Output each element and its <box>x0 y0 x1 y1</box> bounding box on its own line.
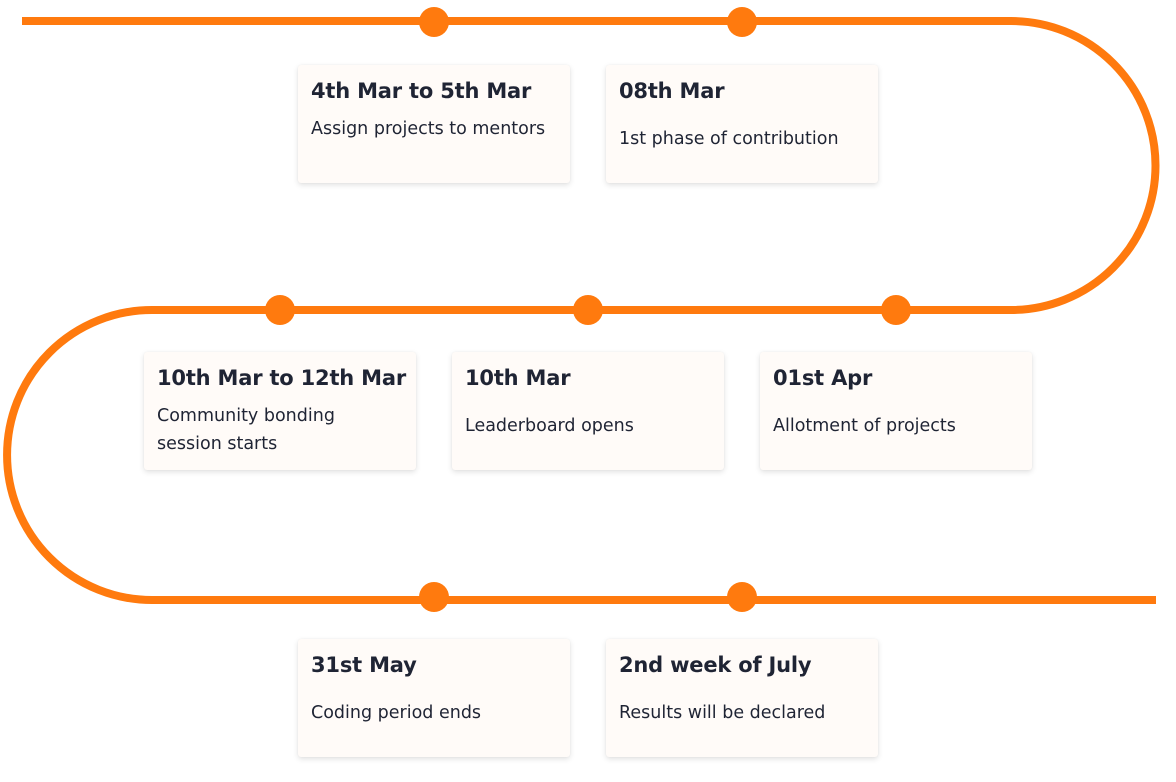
event-date: 01st Apr <box>773 366 873 390</box>
event-date: 08th Mar <box>619 79 725 103</box>
event-date: 31st May <box>311 653 417 677</box>
event-description: Assign projects to mentors <box>311 119 546 139</box>
event-description: Allotment of projects <box>773 416 956 436</box>
timeline-node <box>881 295 911 325</box>
event-description: Coding period ends <box>311 703 482 723</box>
event-description: Leaderboard opens <box>465 416 634 436</box>
event-card: 01st Apr Allotment of projects <box>760 352 1032 470</box>
event-description: Community bonding session starts <box>157 406 335 454</box>
timeline-node <box>727 582 757 612</box>
timeline-node <box>573 295 603 325</box>
event-date: 10th Mar <box>465 366 571 390</box>
timeline-node <box>265 295 295 325</box>
event-date: 2nd week of July <box>619 653 812 677</box>
event-card: 4th Mar to 5th Mar Assign projects to me… <box>298 65 570 183</box>
event-card: 10th Mar to 12th Mar Community bonding s… <box>144 352 416 470</box>
event-card: 2nd week of July Results will be declare… <box>606 639 878 757</box>
event-card: 10th Mar Leaderboard opens <box>452 352 724 470</box>
event-description: Results will be declared <box>619 703 826 723</box>
event-date: 10th Mar to 12th Mar <box>157 366 406 390</box>
event-date: 4th Mar to 5th Mar <box>311 79 532 103</box>
event-description: 1st phase of contribution <box>619 129 839 149</box>
event-card: 31st May Coding period ends <box>298 639 570 757</box>
timeline-node <box>727 7 757 37</box>
timeline-node <box>419 582 449 612</box>
timeline-node <box>419 7 449 37</box>
event-card: 08th Mar 1st phase of contribution <box>606 65 878 183</box>
